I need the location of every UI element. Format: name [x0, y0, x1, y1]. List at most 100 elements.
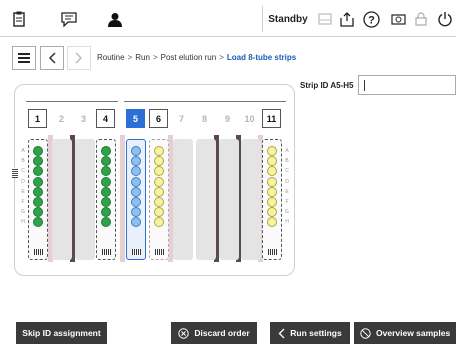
tube-well: [33, 217, 43, 228]
row-letter: B: [21, 158, 25, 165]
tube-well: [267, 176, 277, 187]
row-letter: G: [285, 209, 289, 216]
unload-icon[interactable]: [334, 6, 360, 32]
row-letter: C: [285, 168, 289, 175]
group-bracket: [124, 101, 286, 104]
slot-button-8: 8: [201, 113, 207, 124]
forward-button[interactable]: [67, 46, 91, 70]
tube-well: [101, 146, 111, 156]
slot-button-5[interactable]: 5: [126, 109, 145, 128]
tube-well: [101, 166, 111, 177]
power-icon[interactable]: [432, 6, 456, 32]
discard-order-label: Discard order: [194, 328, 250, 338]
svg-text:?: ?: [368, 14, 375, 26]
breadcrumb-item[interactable]: Run: [135, 53, 150, 62]
tube-well: [267, 217, 277, 228]
tube-well: [154, 166, 164, 177]
tube-well: [131, 207, 141, 218]
tube-well: [154, 146, 164, 156]
tube-well: [131, 197, 141, 207]
menu-button[interactable]: [12, 46, 36, 70]
strip-slot-11[interactable]: [262, 139, 282, 260]
run-settings-button[interactable]: Run settings: [270, 322, 350, 344]
breadcrumb-current: Load 8-tube strips: [226, 53, 297, 62]
tube-well: [267, 156, 277, 167]
tube-well: [154, 197, 164, 207]
strip-id-label: Strip ID A5-H5: [300, 81, 354, 90]
row-letter: C: [21, 168, 25, 175]
lock-icon: [408, 6, 434, 32]
tube-well: [154, 217, 164, 228]
standby-status: Standby: [268, 13, 308, 25]
strip-slot-4[interactable]: [96, 139, 116, 260]
row-letter: E: [21, 188, 25, 195]
strip-slot-1[interactable]: [28, 139, 48, 260]
tube-well: [101, 207, 111, 218]
tube-well: [33, 176, 43, 187]
strip-slot-10: [241, 139, 261, 260]
top-toolbar: Standby ?: [0, 0, 456, 37]
help-icon[interactable]: ?: [358, 6, 384, 32]
menu-icon: [18, 53, 30, 63]
slot-button-6[interactable]: 6: [149, 109, 168, 128]
tube-well: [131, 166, 141, 177]
slot-button-11[interactable]: 11: [262, 109, 281, 128]
row-letter: F: [21, 199, 25, 206]
breadcrumb-item[interactable]: Routine: [97, 53, 125, 62]
chevron-left-icon: [278, 328, 285, 339]
row-letters-left: A B C D E F G H: [19, 146, 27, 228]
user-icon[interactable]: [102, 6, 128, 32]
slot-button-1[interactable]: 1: [28, 109, 47, 128]
row-letter: D: [21, 178, 25, 185]
cancel-icon: [360, 327, 371, 339]
strip-slot-2: [52, 139, 72, 260]
strip-barcode-icon: [132, 249, 141, 255]
discard-order-button[interactable]: Discard order: [171, 322, 257, 344]
strip-slot-5[interactable]: [126, 139, 146, 260]
tube-well: [154, 176, 164, 187]
navigation-bar: Routine > Run > Post elution run > Load 8-tube…: [0, 43, 456, 73]
toolbar-separator: [262, 6, 263, 32]
tube-well: [101, 217, 111, 228]
tube-well: [33, 207, 43, 218]
group-bracket: [26, 101, 118, 104]
row-letter: A: [285, 148, 289, 154]
strip-id-input[interactable]: [358, 75, 456, 95]
breadcrumb: Routine > Run > Post elution run > Load 8-tube…: [97, 53, 297, 62]
clipboard-icon[interactable]: [6, 6, 32, 32]
tube-well: [267, 146, 277, 156]
slot-button-4[interactable]: 4: [96, 109, 115, 128]
strip-barcode-icon: [34, 249, 43, 255]
slot-button-3: 3: [80, 113, 86, 124]
slot-button-10: 10: [244, 113, 255, 124]
tube-well: [33, 146, 43, 156]
row-letter: G: [21, 209, 25, 216]
breadcrumb-item[interactable]: Post elution run: [161, 53, 217, 62]
tube-well: [101, 186, 111, 197]
strip-barcode-icon: [155, 249, 164, 255]
tube-well: [267, 207, 277, 218]
rack-barcode-icon: [12, 168, 18, 178]
strip-slot-6[interactable]: [149, 139, 169, 260]
tube-well: [33, 197, 43, 207]
slot-button-7: 7: [178, 113, 184, 124]
tube-well: [101, 156, 111, 167]
slot-button-9: 9: [224, 113, 230, 124]
tube-well: [267, 186, 277, 197]
run-settings-label: Run settings: [290, 328, 342, 338]
skip-id-assignment-button[interactable]: Skip ID assignment: [16, 322, 107, 344]
tube-well: [131, 146, 141, 156]
row-letter: E: [285, 188, 289, 195]
chevron-right-icon: [75, 52, 83, 64]
slot-button-2: 2: [58, 113, 64, 124]
message-icon[interactable]: [56, 6, 82, 32]
back-button[interactable]: [40, 46, 64, 70]
tube-well: [33, 166, 43, 177]
text-caret: [364, 80, 365, 91]
row-letter: D: [285, 178, 289, 185]
row-letter: H: [21, 219, 25, 226]
overview-samples-button[interactable]: Overview samples: [354, 322, 456, 344]
tube-well: [101, 176, 111, 187]
strip-slot-3: [75, 139, 95, 260]
row-letters-right: A B C D E F G H: [283, 146, 291, 228]
